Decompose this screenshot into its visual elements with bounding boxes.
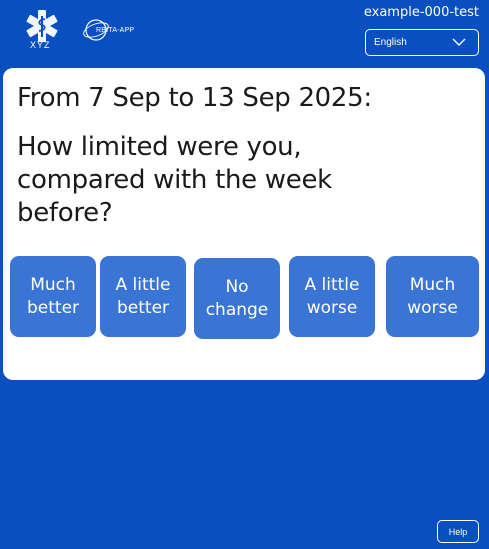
option-a-little-worse-button[interactable]: A little worse xyxy=(289,256,375,337)
chevron-down-icon xyxy=(452,38,466,46)
option-label: Much better xyxy=(26,274,80,318)
partner-logo-text: RBITA-APP xyxy=(96,26,135,34)
option-label: No change xyxy=(205,276,269,320)
logo-caption: XYZ xyxy=(30,40,51,50)
help-button[interactable]: Help xyxy=(437,520,479,543)
language-select[interactable]: English xyxy=(365,29,479,56)
option-no-change-button[interactable]: No change xyxy=(194,258,280,339)
date-range-heading: From 7 Sep to 13 Sep 2025: xyxy=(17,83,372,113)
survey-question: How limited were you, compared with the … xyxy=(17,132,332,228)
orbita-app-logo: RBITA-APP xyxy=(82,16,134,44)
option-much-worse-button[interactable]: Much worse xyxy=(386,256,479,337)
option-label: A little worse xyxy=(304,274,360,318)
option-a-little-better-button[interactable]: A little better xyxy=(100,256,186,337)
survey-card: From 7 Sep to 13 Sep 2025: How limited w… xyxy=(3,68,485,380)
option-much-better-button[interactable]: Much better xyxy=(10,256,96,337)
option-label: A little better xyxy=(115,274,171,318)
language-selected-value: English xyxy=(374,37,407,48)
option-label: Much worse xyxy=(407,274,458,318)
username-label: example-000-test xyxy=(363,5,479,20)
